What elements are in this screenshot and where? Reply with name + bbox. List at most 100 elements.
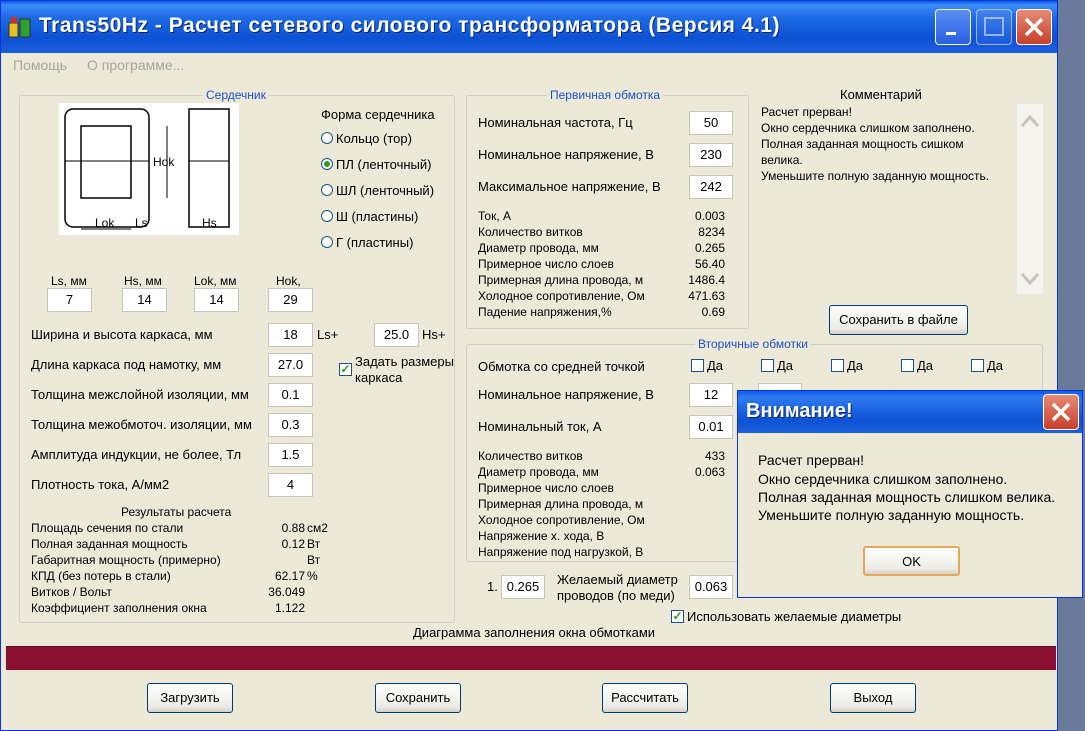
interwinding-label: Толщина межобмоточ. изоляции, мм bbox=[31, 417, 252, 432]
shape-label-torus: Кольцо (тор) bbox=[336, 131, 412, 146]
sec-voltage-input[interactable]: 12 bbox=[689, 383, 733, 407]
interlayer-input[interactable]: 0.1 bbox=[268, 383, 313, 407]
comment-scrollbar[interactable] bbox=[1016, 103, 1044, 295]
desired-secondary-input[interactable]: 0.063 bbox=[689, 575, 733, 599]
center-tap-checkbox-2[interactable] bbox=[761, 359, 774, 372]
result-value: 1.122 bbox=[274, 601, 305, 615]
minimize-button[interactable] bbox=[935, 9, 971, 45]
frame-size-label: Ширина и высота каркаса, мм bbox=[31, 327, 213, 342]
dialog-title-bar[interactable]: Внимание! bbox=[738, 391, 1082, 433]
secondary-row-label: Напряжение под нагрузкой, В bbox=[478, 545, 644, 559]
title-bar[interactable]: Trans50Hz - Расчет сетевого силового тра… bbox=[1, 1, 1057, 53]
dim-input-ls[interactable]: 7 bbox=[47, 288, 92, 312]
window-fill-diagram bbox=[6, 646, 1056, 670]
comment-title: Комментарий bbox=[840, 87, 922, 102]
induction-input[interactable]: 1.5 bbox=[268, 443, 313, 467]
use-desired-checkbox[interactable]: ✓ bbox=[671, 610, 684, 623]
shape-title: Форма сердечника bbox=[321, 107, 435, 122]
load-button[interactable]: Загрузить bbox=[147, 683, 233, 713]
dim-input-hs[interactable]: 14 bbox=[122, 288, 167, 312]
shape-radio-shl[interactable] bbox=[321, 184, 333, 196]
result-label: Коэффициент заполнения окна bbox=[31, 601, 207, 615]
sec-current-label: Номинальный ток, А bbox=[478, 419, 602, 434]
close-button[interactable] bbox=[1016, 9, 1052, 45]
close-icon bbox=[1051, 402, 1071, 422]
minimize-icon bbox=[946, 32, 956, 35]
secondary-row-label: Количество витков bbox=[478, 449, 583, 463]
current-density-input[interactable]: 4 bbox=[268, 473, 313, 497]
result-label: Витков / Вольт bbox=[31, 585, 112, 599]
save-to-file-button[interactable]: Сохранить в файле bbox=[829, 305, 968, 335]
interlayer-label: Толщина межслойной изоляции, мм bbox=[31, 387, 249, 402]
primary-row-value: 0.69 bbox=[701, 305, 725, 319]
primary-input[interactable]: 50 bbox=[689, 111, 733, 135]
primary-row-value: 0.003 bbox=[694, 209, 725, 223]
primary-input[interactable]: 242 bbox=[689, 175, 733, 199]
set-frame-checkbox[interactable]: ✓ bbox=[339, 363, 352, 376]
frame-length-input[interactable]: 27.0 bbox=[268, 353, 313, 377]
result-label: Полная заданная мощность bbox=[31, 537, 188, 551]
desired-primary-input[interactable]: 0.265 bbox=[501, 575, 545, 599]
secondary-row-label: Холодное сопротивление, Ом bbox=[478, 513, 645, 527]
center-tap-yes-label: Да bbox=[707, 358, 724, 373]
primary-input-label: Максимальное напряжение, В bbox=[478, 179, 661, 194]
dim-input-lok[interactable]: 14 bbox=[194, 288, 239, 312]
primary-row-value: 0.265 bbox=[694, 241, 725, 255]
comment-line: Уменьшите полную заданную мощность. bbox=[761, 169, 990, 183]
dialog-line: Расчет прерван! bbox=[758, 452, 865, 468]
center-tap-checkbox-3[interactable] bbox=[831, 359, 844, 372]
desired-num: 1. bbox=[487, 579, 498, 594]
interwinding-input[interactable]: 0.3 bbox=[268, 413, 313, 437]
primary-row-value: 471.63 bbox=[688, 289, 725, 303]
use-desired-label: Использовать желаемые диаметры bbox=[687, 609, 902, 624]
primary-row-label: Падение напряжения,% bbox=[478, 305, 612, 319]
exit-button[interactable]: Выход bbox=[830, 683, 916, 713]
result-label: Площадь сечения по стали bbox=[31, 521, 184, 535]
sec-voltage-label: Номинальное напряжение, В bbox=[478, 387, 654, 402]
shape-radio-torus[interactable] bbox=[321, 132, 333, 144]
menu-bar: Помощь О программе... bbox=[1, 53, 1057, 77]
frame-width-input[interactable]: 18 bbox=[268, 323, 313, 347]
center-tap-yes-label: Да bbox=[987, 358, 1004, 373]
result-unit: Вт bbox=[307, 553, 321, 567]
center-tap-yes-label: Да bbox=[777, 358, 794, 373]
dim-input-hok[interactable]: 29 bbox=[268, 288, 313, 312]
primary-row-value: 1486.4 bbox=[688, 273, 725, 287]
result-label: КПД (без потерь в стали) bbox=[31, 569, 171, 583]
sec-current-input[interactable]: 0.01 bbox=[689, 415, 733, 439]
results-title: Результаты расчета bbox=[121, 505, 232, 519]
core-group-title: Сердечник bbox=[203, 88, 269, 102]
primary-group-title: Первичная обмотка bbox=[547, 88, 664, 102]
menu-about[interactable]: О программе... bbox=[87, 57, 184, 73]
primary-input[interactable]: 230 bbox=[689, 143, 733, 167]
scroll-arrows-icon bbox=[1020, 114, 1040, 286]
frame-height-input[interactable]: 25.0 bbox=[374, 323, 419, 347]
ok-button[interactable]: OK bbox=[863, 546, 960, 576]
dialog-close-button[interactable] bbox=[1043, 394, 1079, 430]
center-tap-yes-label: Да bbox=[847, 358, 864, 373]
secondary-row-label: Примерная длина провода, м bbox=[478, 497, 644, 511]
menu-help[interactable]: Помощь bbox=[13, 57, 67, 73]
primary-row-label: Примерное число слоев bbox=[478, 257, 614, 271]
comment-line: Окно сердечника слишком заполнено. bbox=[761, 121, 975, 135]
dialog-title: Внимание! bbox=[746, 400, 853, 422]
primary-row-value: 8234 bbox=[698, 225, 725, 239]
desired-label: Желаемый диаметр проводов (по меди) bbox=[557, 572, 678, 603]
save-button[interactable]: Сохранить bbox=[375, 683, 461, 713]
calculate-button[interactable]: Рассчитать bbox=[602, 683, 688, 713]
center-tap-checkbox-1[interactable] bbox=[691, 359, 704, 372]
center-tap-checkbox-4[interactable] bbox=[901, 359, 914, 372]
comment-line: Расчет прерван! bbox=[761, 105, 852, 119]
hs-label: Hs bbox=[202, 216, 217, 230]
primary-row-label: Холодное сопротивление, Ом bbox=[478, 289, 645, 303]
primary-input-label: Номинальное напряжение, В bbox=[478, 147, 654, 162]
shape-radio-g[interactable] bbox=[321, 236, 333, 248]
ls-label: Ls bbox=[135, 216, 148, 230]
shape-radio-sh[interactable] bbox=[321, 210, 333, 222]
center-tap-checkbox-5[interactable] bbox=[971, 359, 984, 372]
maximize-button[interactable] bbox=[976, 9, 1012, 45]
primary-row-label: Диаметр провода, мм bbox=[478, 241, 599, 255]
shape-radio-pl[interactable] bbox=[321, 158, 333, 170]
result-value: 62.17 bbox=[274, 569, 305, 583]
dim-label-hs: Hs, мм bbox=[124, 274, 162, 288]
